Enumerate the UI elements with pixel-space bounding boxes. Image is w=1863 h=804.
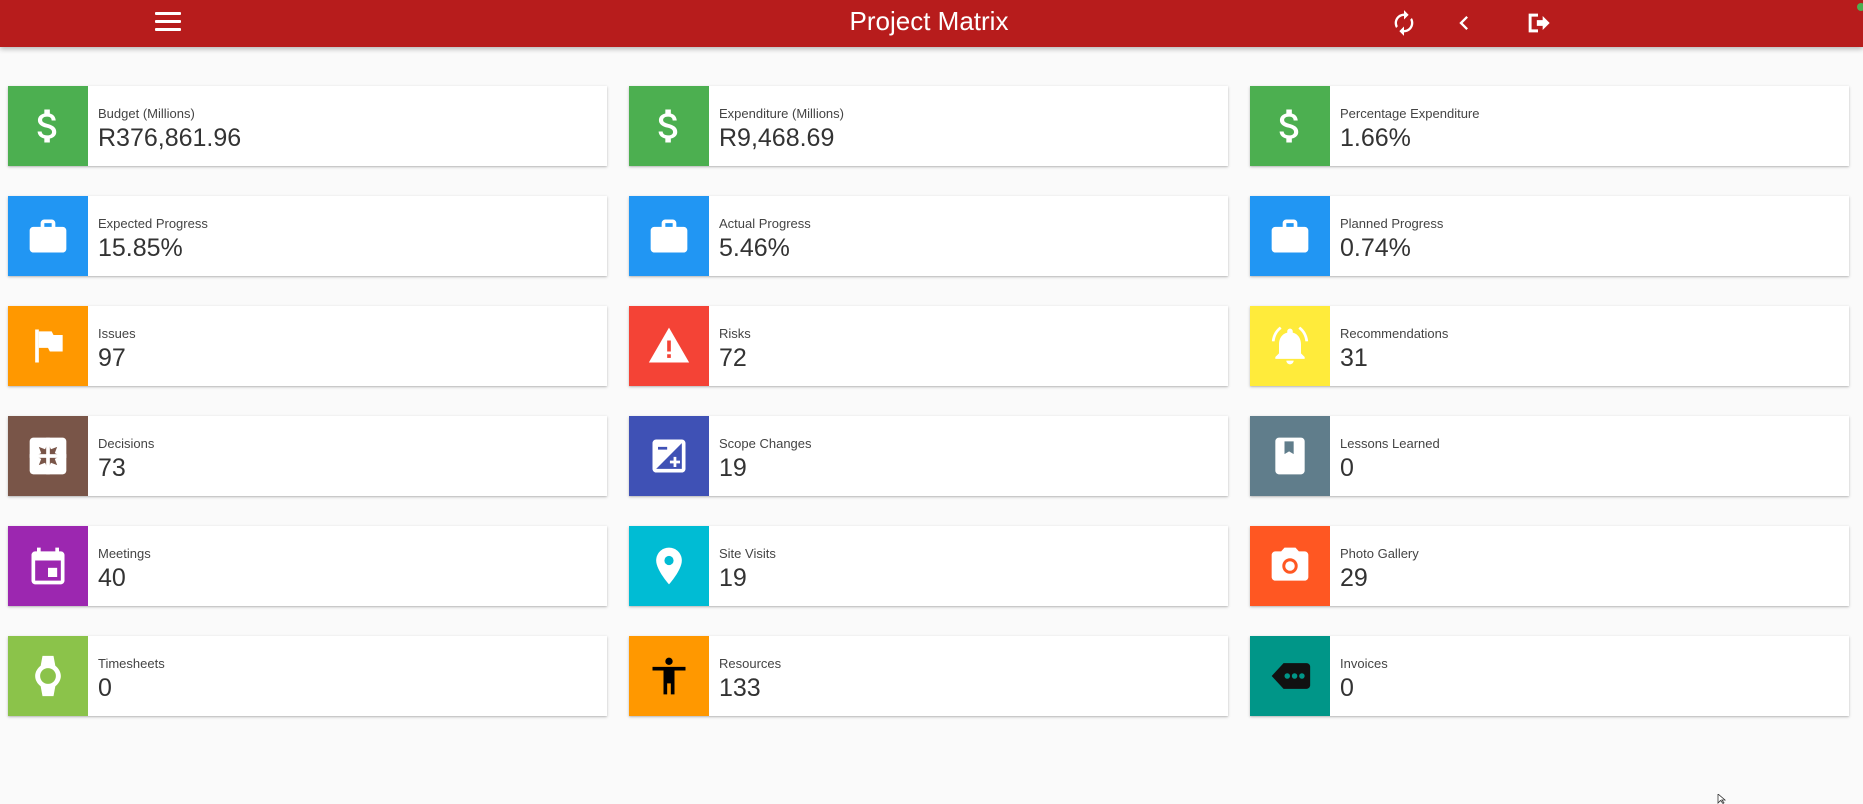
tile-issues[interactable]: Issues 97 [8,306,607,386]
dollar-icon [629,86,709,166]
calendar-icon [8,526,88,606]
tile-label: Percentage Expenditure [1340,106,1480,121]
warning-icon [629,306,709,386]
tile-actual-progress[interactable]: Actual Progress 5.46% [629,196,1228,276]
tile-label: Scope Changes [719,436,812,451]
tile-value: 0.74% [1340,234,1411,262]
tile-value: R376,861.96 [98,124,242,152]
tile-value: 31 [1340,344,1368,372]
tile-label: Timesheets [98,656,165,671]
tile-label: Actual Progress [719,216,811,231]
tile-label: Invoices [1340,656,1388,671]
tile-site-visits[interactable]: Site Visits 19 [629,526,1228,606]
tile-label: Site Visits [719,546,776,561]
tile-value: 0 [1340,674,1354,702]
tile-label: Meetings [98,546,151,561]
tile-label: Photo Gallery [1340,546,1419,561]
tile-label: Resources [719,656,782,671]
tile-value: 15.85% [98,234,183,262]
tile-value: 0 [98,674,112,702]
tile-value: 97 [98,344,126,372]
tile-value: 0 [1340,454,1354,482]
tile-value: 19 [719,454,747,482]
back-icon[interactable] [1450,9,1478,37]
top-app-bar: Project Matrix [0,0,1863,47]
tile-value: 19 [719,564,747,592]
tile-label: Planned Progress [1340,216,1444,231]
tile-expected-progress[interactable]: Expected Progress 15.85% [8,196,607,276]
tile-recommendations[interactable]: Recommendations 31 [1250,306,1849,386]
tile-budget[interactable]: Budget (Millions) R376,861.96 [8,86,607,166]
bell-icon [1250,306,1330,386]
watch-icon [8,636,88,716]
tile-label: Recommendations [1340,326,1449,341]
dollar-icon [8,86,88,166]
exposure-icon [629,416,709,496]
tile-value: 29 [1340,564,1368,592]
logout-icon[interactable] [1524,9,1552,37]
tile-expenditure[interactable]: Expenditure (Millions) R9,468.69 [629,86,1228,166]
briefcase-icon [1250,196,1330,276]
status-dot [1857,3,1863,11]
map-pin-icon [629,526,709,606]
tag-icon [1250,636,1330,716]
tile-scope-changes[interactable]: Scope Changes 19 [629,416,1228,496]
bookmark-icon [1250,416,1330,496]
tile-planned-progress[interactable]: Planned Progress 0.74% [1250,196,1849,276]
tile-label: Lessons Learned [1340,436,1440,451]
camera-icon [1250,526,1330,606]
tile-value: 73 [98,454,126,482]
briefcase-icon [8,196,88,276]
tile-value: 72 [719,344,747,372]
tile-label: Risks [719,326,751,341]
tile-lessons-learned[interactable]: Lessons Learned 0 [1250,416,1849,496]
tile-invoices[interactable]: Invoices 0 [1250,636,1849,716]
dollar-icon [1250,86,1330,166]
tile-meetings[interactable]: Meetings 40 [8,526,607,606]
tile-label: Expenditure (Millions) [719,106,844,121]
app-title: Project Matrix [849,6,1009,36]
accessibility-icon [629,636,709,716]
tile-value: 40 [98,564,126,592]
tile-percentage-expenditure[interactable]: Percentage Expenditure 1.66% [1250,86,1849,166]
tile-timesheets[interactable]: Timesheets 0 [8,636,607,716]
tile-label: Expected Progress [98,216,208,231]
dashboard-grid: Budget (Millions) R376,861.96 Expenditure … [8,86,1849,716]
tile-label: Decisions [98,436,155,451]
tile-label: Budget (Millions) [98,106,195,121]
refresh-icon[interactable] [1390,9,1418,37]
briefcase-icon [629,196,709,276]
tile-decisions[interactable]: Decisions 73 [8,416,607,496]
decision-icon [8,416,88,496]
tile-value: 5.46% [719,234,790,262]
flag-icon [8,306,88,386]
tile-value: 1.66% [1340,124,1411,152]
tile-label: Issues [98,326,136,341]
tile-risks[interactable]: Risks 72 [629,306,1228,386]
tile-resources[interactable]: Resources 133 [629,636,1228,716]
tile-photo-gallery[interactable]: Photo Gallery 29 [1250,526,1849,606]
tile-value: 133 [719,674,761,702]
tile-value: R9,468.69 [719,124,835,152]
